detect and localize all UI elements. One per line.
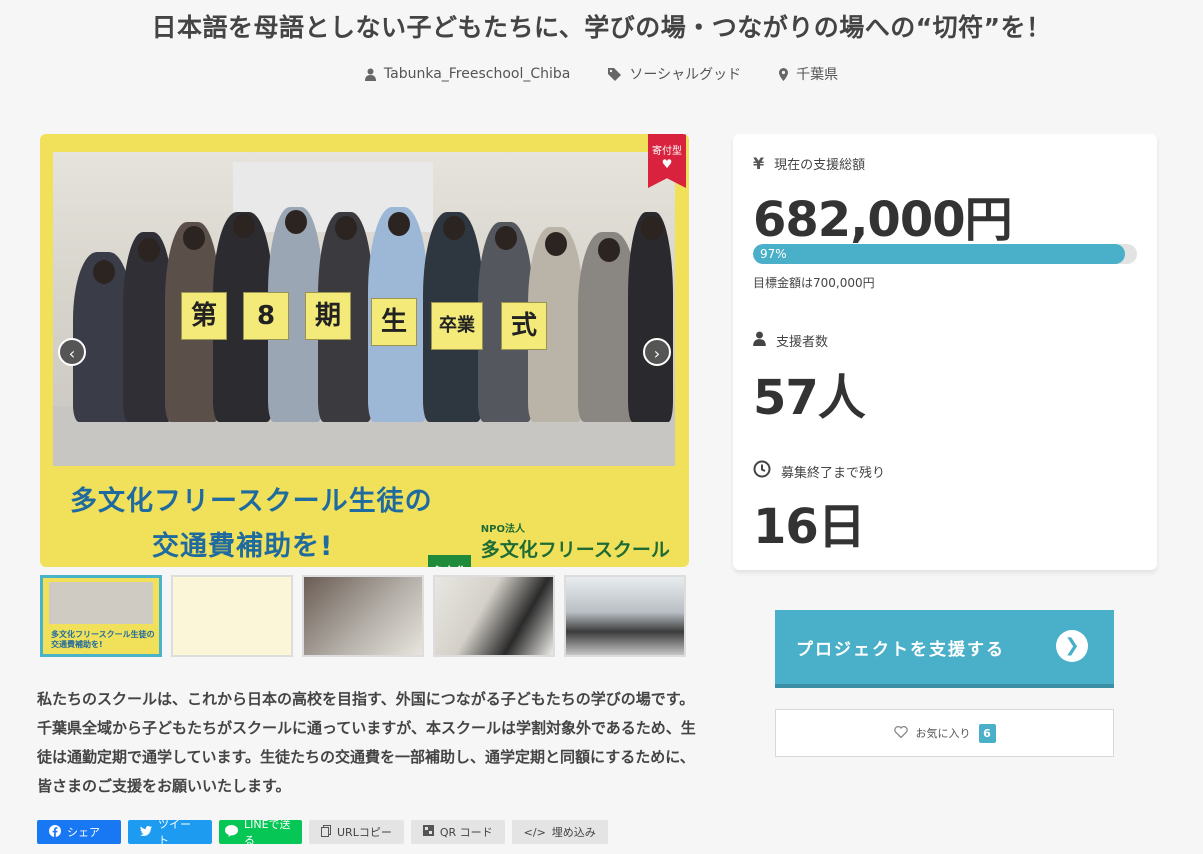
location-name: 千葉県 (796, 67, 839, 83)
thumbnail-5[interactable] (564, 575, 686, 657)
graduation-sign: 卒業 (431, 302, 483, 350)
graduation-sign: 第 (181, 292, 227, 340)
meta-owner[interactable]: Tabunka_Freeschool_Chiba (364, 64, 571, 84)
heart-hand-icon: ♥ (661, 157, 673, 171)
yen-icon: ¥ (753, 154, 765, 173)
total-label-row: ¥ 現在の支援総額 (753, 154, 866, 173)
user-icon (753, 331, 766, 350)
embed-button[interactable]: </> 埋め込み (511, 820, 608, 844)
line-share-button[interactable]: LINEで送る (219, 818, 302, 847)
tabunka-logo: 多文化 (428, 555, 471, 567)
favorite-button[interactable]: お気に入り 6 (775, 709, 1114, 757)
copy-icon (321, 824, 331, 840)
thumbnail-strip: 多文化フリースクール生徒の交通費補助を! (40, 575, 686, 657)
graduation-sign: 期 (305, 292, 351, 340)
support-project-button[interactable]: プロジェクトを支援する ❯ (775, 610, 1114, 688)
funding-progress-bar: 97% (753, 244, 1137, 264)
supporters-label-row: 支援者数 (753, 331, 828, 350)
project-meta: Tabunka_Freeschool_Chiba ソーシャルグッド 千葉県 (0, 64, 1203, 84)
banner-line-1: 多文化フリースクール生徒の (70, 486, 433, 517)
remaining-label-row: 募集終了まで残り (753, 460, 885, 482)
favorite-count: 6 (978, 723, 996, 743)
thumbnail-4[interactable] (433, 575, 555, 657)
twitter-bird-icon (140, 825, 152, 839)
user-icon (364, 68, 376, 81)
npo-label: NPO法人 (480, 524, 525, 535)
group-photo: 第 8 期 生 卒業 式 (53, 152, 675, 466)
progress-fill: 97% (753, 244, 1126, 264)
url-copy-button[interactable]: URLコピー (309, 820, 404, 844)
graduation-sign: 生 (371, 298, 417, 346)
thumbnail-2[interactable] (171, 575, 293, 657)
total-amount: 682,000円 (753, 192, 1013, 248)
twitter-share-button[interactable]: ツイート (128, 818, 212, 847)
location-pin-icon (779, 67, 789, 81)
owner-name: Tabunka_Freeschool_Chiba (383, 66, 571, 82)
heart-icon (893, 725, 908, 741)
project-description: 私たちのスクールは、これから日本の高校を目指す、外国につながる子どもたちの学びの… (37, 690, 696, 795)
banner-line-2: 交通費補助を! (152, 531, 334, 562)
supporters-count: 57人 (753, 370, 866, 426)
tag-icon (608, 67, 622, 81)
qr-icon (422, 825, 434, 839)
thumbnail-3[interactable] (302, 575, 424, 657)
org-name: 多文化フリースクール ちば (480, 539, 670, 567)
prev-slide-button[interactable]: ‹ (58, 338, 86, 366)
graduation-sign: 式 (501, 302, 547, 350)
line-icon (225, 824, 238, 840)
qr-code-button[interactable]: QR コード (410, 820, 505, 844)
npo-logo: 多文化 NPO法人 多文化フリースクール ちば (428, 520, 689, 567)
goal-amount: 目標金額は700,000円 (753, 276, 875, 290)
facebook-icon (49, 824, 61, 840)
hero-image[interactable]: 第 8 期 生 卒業 式 寄付型 ♥ 多文化フリースクール生徒の 交通費補助を!… (40, 134, 689, 567)
thumbnail-1[interactable]: 多文化フリースクール生徒の交通費補助を! (40, 575, 162, 657)
page-title: 日本語を母語としない子どもたちに、学びの場・つながりの場への“切符”を！ (151, 13, 1052, 42)
funding-stats-card: ¥ 現在の支援総額 682,000円 97% 目標金額は700,000円 支援者… (733, 134, 1157, 570)
next-slide-button[interactable]: › (643, 338, 671, 366)
category-name: ソーシャルグッド (629, 67, 742, 83)
facebook-share-button[interactable]: シェア (37, 820, 121, 844)
chevron-right-icon: ❯ (1056, 630, 1088, 662)
graduation-sign: 8 (243, 292, 289, 340)
days-remaining: 16日 (753, 499, 866, 555)
share-bar: シェア ツイート LINEで送る URLコピー QR コード </> 埋め込み (37, 818, 608, 847)
code-icon: </> (523, 825, 546, 839)
meta-category[interactable]: ソーシャルグッド (608, 64, 741, 84)
clock-icon (753, 460, 771, 482)
meta-location[interactable]: 千葉県 (779, 64, 838, 84)
